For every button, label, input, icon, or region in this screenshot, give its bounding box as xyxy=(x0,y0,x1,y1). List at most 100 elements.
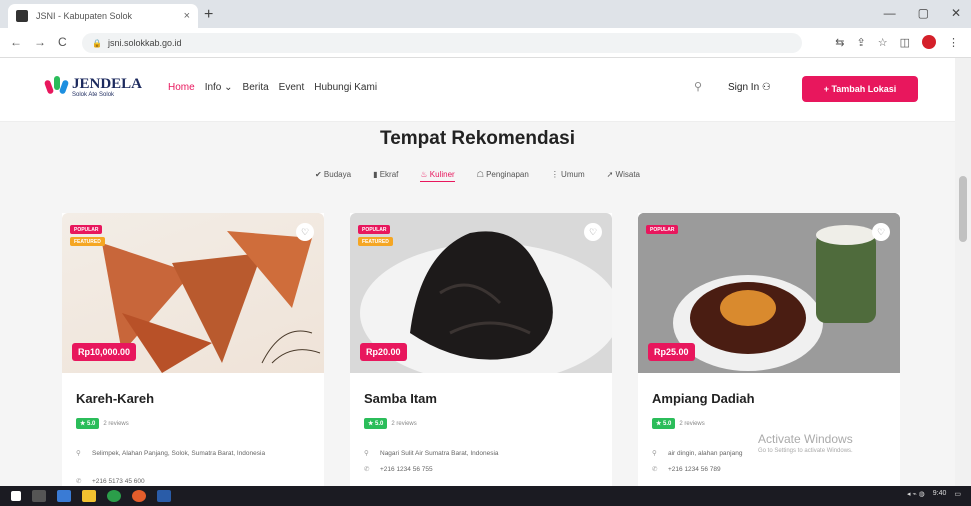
forward-button[interactable]: → xyxy=(34,35,46,49)
site-header: JENDELA Solok Ate Solok Home Info ⌄ Beri… xyxy=(0,58,955,122)
add-location-button[interactable]: + Tambah Lokasi xyxy=(802,76,918,102)
card-image[interactable]: POPULAR FEATURED ♡ Rp10,000.00 xyxy=(62,213,324,373)
place-card[interactable]: POPULAR FEATURED ♡ Rp10,000.00 Kareh-Kar… xyxy=(62,213,324,493)
favicon-icon xyxy=(16,10,28,22)
tab-ekraf[interactable]: ▮ Ekraf xyxy=(373,170,398,182)
category-tabs: ✔ Budaya ▮ Ekraf ♨ Kuliner ☖ Penginapan … xyxy=(0,170,955,182)
phone-row: ✆ +216 1234 56 789 xyxy=(652,466,721,473)
price-tag: Rp25.00 xyxy=(648,343,695,361)
url-input[interactable]: 🔒 jsni.solokkab.go.id xyxy=(82,33,802,53)
share-icon[interactable]: ⇪ xyxy=(857,36,866,49)
nav-home[interactable]: Home xyxy=(168,82,195,93)
place-card[interactable]: POPULAR FEATURED ♡ Rp20.00 Samba Itam ★ … xyxy=(350,213,612,493)
firefox-icon[interactable] xyxy=(132,490,146,502)
heart-icon[interactable]: ♡ xyxy=(296,223,314,241)
popular-badge: POPULAR xyxy=(70,225,103,234)
tab-budaya[interactable]: ✔ Budaya xyxy=(315,170,351,182)
reload-button[interactable]: C xyxy=(58,35,67,49)
phone-icon: ✆ xyxy=(364,466,370,473)
scrollbar-thumb[interactable] xyxy=(959,176,967,242)
rating: ★ 5.0 2 reviews xyxy=(652,418,705,429)
location-pin-icon: ⚲ xyxy=(364,450,369,457)
start-icon[interactable] xyxy=(11,491,21,501)
system-tray: ◂ ⌁ ◍ 9:40 ▭ xyxy=(907,490,961,498)
tab-wisata[interactable]: ➚ Wisata xyxy=(607,170,640,182)
rating: ★ 5.0 2 reviews xyxy=(364,418,417,429)
sidepanel-icon[interactable]: ◫ xyxy=(900,36,910,49)
phone-icon: ✆ xyxy=(652,466,658,473)
bookmark-star-icon[interactable]: ☆ xyxy=(878,36,888,49)
tray-icons[interactable]: ◂ ⌁ ◍ xyxy=(907,490,925,498)
search-icon[interactable]: ⚲ xyxy=(694,80,702,93)
featured-badge: FEATURED xyxy=(70,237,105,246)
nav-event[interactable]: Event xyxy=(279,82,305,93)
price-tag: Rp20.00 xyxy=(360,343,407,361)
review-count: 2 reviews xyxy=(391,420,417,427)
phone-icon: ✆ xyxy=(76,478,82,485)
page-scrollbar[interactable] xyxy=(955,58,971,486)
popular-badge: POPULAR xyxy=(646,225,679,234)
price-tag: Rp10,000.00 xyxy=(72,343,137,361)
card-title[interactable]: Ampiang Dadiah xyxy=(652,391,755,406)
site-logo[interactable]: JENDELA Solok Ate Solok xyxy=(43,74,143,100)
nav-info[interactable]: Info ⌄ xyxy=(205,82,233,93)
location-pin-icon: ⚲ xyxy=(76,450,81,457)
nav-hubungi-kami[interactable]: Hubungi Kami xyxy=(314,82,377,93)
maximize-button[interactable]: ▢ xyxy=(918,6,929,20)
close-window-button[interactable]: ✕ xyxy=(951,6,961,20)
card-title[interactable]: Kareh-Kareh xyxy=(76,391,154,406)
location-pin-icon: ⚲ xyxy=(652,450,657,457)
profile-avatar[interactable] xyxy=(922,35,936,49)
featured-badge: FEATURED xyxy=(358,237,393,246)
address-bar-row: ← → C 🔒 jsni.solokkab.go.id ⇆ ⇪ ☆ ◫ ⋮ xyxy=(0,28,971,58)
explorer-icon[interactable] xyxy=(82,490,96,502)
card-title[interactable]: Samba Itam xyxy=(364,391,437,406)
nav-buttons: ← → C xyxy=(10,35,67,49)
tab-close-icon[interactable]: × xyxy=(184,10,190,22)
app-icon[interactable] xyxy=(157,490,171,502)
main-nav: Home Info ⌄ Berita Event Hubungi Kami xyxy=(168,82,377,93)
window-controls: — ▢ ✕ xyxy=(884,6,961,20)
windows-taskbar: ◂ ⌁ ◍ 9:40 ▭ xyxy=(0,486,971,506)
ekraf-icon: ▮ xyxy=(373,170,378,179)
new-tab-button[interactable]: + xyxy=(204,6,213,24)
notification-icon[interactable]: ▭ xyxy=(954,490,961,498)
section-title: Tempat Rekomendasi xyxy=(380,128,575,149)
review-count: 2 reviews xyxy=(103,420,129,427)
lock-icon: 🔒 xyxy=(92,38,102,48)
rating: ★ 5.0 2 reviews xyxy=(76,418,129,429)
kuliner-icon: ♨ xyxy=(420,170,428,179)
heart-icon[interactable]: ♡ xyxy=(872,223,890,241)
browser-tab[interactable]: JSNI - Kabupaten Solok × xyxy=(8,4,198,28)
chrome-icon[interactable] xyxy=(107,490,121,502)
taskview-icon[interactable] xyxy=(57,490,71,502)
tab-umum[interactable]: ⋮ Umum xyxy=(551,170,585,182)
popular-badge: POPULAR xyxy=(358,225,391,234)
card-image[interactable]: POPULAR FEATURED ♡ Rp20.00 xyxy=(350,213,612,373)
menu-kebab-icon[interactable]: ⋮ xyxy=(948,36,959,49)
nav-berita[interactable]: Berita xyxy=(243,82,269,93)
extension-icons: ⇆ ⇪ ☆ ◫ ⋮ xyxy=(835,35,959,49)
wisata-icon: ➚ xyxy=(606,170,614,179)
logo-title: JENDELA xyxy=(72,75,143,92)
tab-penginapan[interactable]: ☖ Penginapan xyxy=(477,170,529,182)
search-taskbar-icon[interactable] xyxy=(32,490,46,502)
umum-icon: ⋮ xyxy=(550,170,559,179)
address-row: ⚲ Nagari Sulit Air Sumatra Barat, Indones… xyxy=(364,450,499,457)
clock[interactable]: 9:40 xyxy=(933,490,947,498)
rating-score: ★ 5.0 xyxy=(364,418,388,429)
translate-icon[interactable]: ⇆ xyxy=(835,36,844,49)
user-icon: ⚇ xyxy=(761,82,771,93)
phone-row: ✆ +216 5173 45 600 xyxy=(76,478,145,485)
penginapan-icon: ☖ xyxy=(476,170,484,179)
minimize-button[interactable]: — xyxy=(884,6,896,20)
logo-mark-icon xyxy=(43,74,70,100)
browser-tab-bar: JSNI - Kabupaten Solok × + — ▢ ✕ xyxy=(0,0,971,28)
heart-icon[interactable]: ♡ xyxy=(584,223,602,241)
card-image[interactable]: POPULAR ♡ Rp25.00 xyxy=(638,213,900,373)
signin-link[interactable]: Sign In ⚇ xyxy=(728,82,771,93)
phone-row: ✆ +216 1234 56 755 xyxy=(364,466,433,473)
tab-kuliner[interactable]: ♨ Kuliner xyxy=(420,170,455,182)
review-count: 2 reviews xyxy=(679,420,705,427)
back-button[interactable]: ← xyxy=(10,35,22,49)
